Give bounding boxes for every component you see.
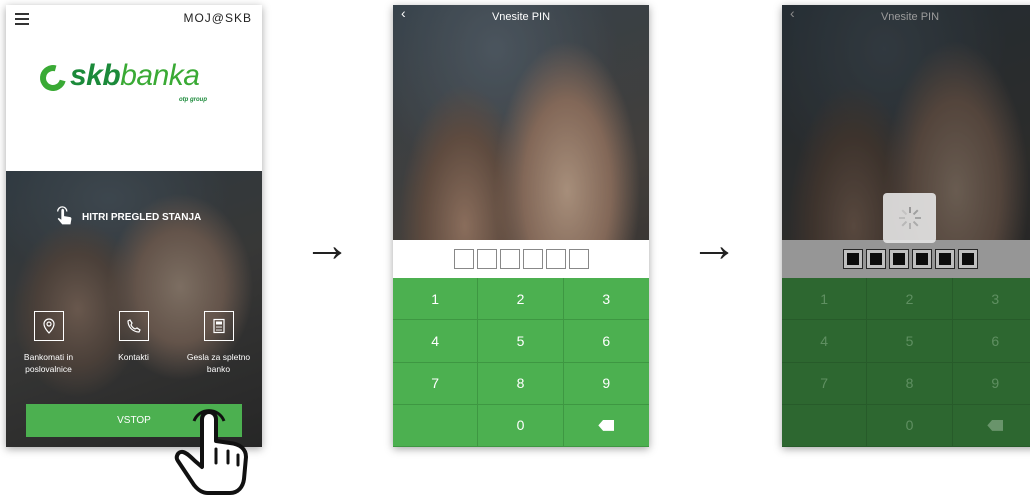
tile-passwords-label: Gesla za spletno banko bbox=[186, 352, 251, 374]
pin-digit-box bbox=[476, 249, 497, 269]
pin-input-row bbox=[393, 240, 649, 278]
arrow-right-icon: → bbox=[690, 219, 738, 272]
key-7[interactable]: 7 bbox=[782, 362, 868, 405]
pin-digit-box bbox=[522, 249, 543, 269]
key-1[interactable]: 1 bbox=[393, 278, 479, 321]
key-8[interactable]: 8 bbox=[867, 362, 953, 405]
key-8[interactable]: 8 bbox=[478, 362, 564, 405]
pin-digit-filled bbox=[842, 249, 863, 269]
key-9[interactable]: 9 bbox=[563, 363, 649, 405]
key-4[interactable]: 4 bbox=[782, 320, 868, 363]
phone-icon bbox=[126, 319, 141, 333]
tile-atms-label: Bankomati in poslovalnice bbox=[23, 352, 74, 374]
key-6[interactable]: 6 bbox=[563, 320, 649, 363]
logo-name: skb bbox=[70, 59, 121, 92]
key-3[interactable]: 3 bbox=[952, 278, 1030, 321]
pin-digit-filled bbox=[957, 249, 978, 269]
pin-digit-box bbox=[545, 249, 566, 269]
token-calculator-icon bbox=[212, 318, 225, 334]
tap-hand-icon bbox=[174, 409, 248, 495]
numeric-keypad: 1 2 3 4 5 6 7 8 9 0 bbox=[393, 278, 649, 447]
pin-title: Vnesite PIN bbox=[491, 11, 551, 23]
touch-hand-icon bbox=[57, 206, 72, 225]
pin-digit-box bbox=[568, 249, 589, 269]
key-5[interactable]: 5 bbox=[478, 320, 564, 363]
tile-online-passwords[interactable]: Gesla za spletno banko bbox=[176, 311, 261, 375]
hamburger-menu-icon[interactable] bbox=[15, 13, 29, 25]
key-5[interactable]: 5 bbox=[867, 320, 953, 363]
arrow-right-icon: → bbox=[303, 219, 351, 272]
back-chevron-icon[interactable]: ‹ bbox=[790, 5, 795, 21]
logo-text: skbbanka bbox=[70, 59, 200, 93]
pin-input-row bbox=[782, 240, 1030, 278]
key-delete[interactable] bbox=[563, 405, 649, 447]
pin-digit-filled bbox=[888, 249, 909, 269]
logo-mark-icon bbox=[35, 60, 71, 96]
home-header-area: MOJ@SKB skbbanka otp group bbox=[6, 5, 262, 171]
key-6[interactable]: 6 bbox=[952, 320, 1030, 363]
key-2[interactable]: 2 bbox=[478, 278, 564, 321]
shortcut-tiles: Bankomati in poslovalnice Kontakti Gesla… bbox=[6, 311, 262, 375]
pin-digit-filled bbox=[934, 249, 955, 269]
loading-spinner bbox=[883, 193, 936, 243]
pin-digit-box bbox=[499, 249, 520, 269]
back-chevron-icon[interactable]: ‹ bbox=[401, 5, 406, 21]
phone-screen-pin-entry: Vnesite PIN ‹ 1 2 3 4 5 6 7 8 9 0 bbox=[393, 5, 649, 447]
key-0[interactable]: 0 bbox=[867, 404, 953, 447]
key-2[interactable]: 2 bbox=[867, 278, 953, 321]
spinner-icon bbox=[898, 207, 921, 229]
key-9[interactable]: 9 bbox=[952, 363, 1030, 405]
phone-screen-home: MOJ@SKB skbbanka otp group HITRI PREGLED… bbox=[6, 5, 262, 447]
phone-screen-pin-loading: Vnesite PIN ‹ 1 2 3 4 5 6 7 8 9 0 bbox=[782, 5, 1030, 447]
quick-balance-button[interactable]: HITRI PREGLED STANJA bbox=[54, 206, 201, 228]
logo-subtitle: otp group bbox=[179, 97, 207, 103]
key-7[interactable]: 7 bbox=[393, 362, 479, 405]
quick-balance-label: HITRI PREGLED STANJA bbox=[82, 211, 202, 223]
brand-header-label: MOJ@SKB bbox=[183, 11, 252, 25]
stage: MOJ@SKB skbbanka otp group HITRI PREGLED… bbox=[0, 0, 1030, 503]
key-empty bbox=[393, 404, 479, 447]
backspace-icon bbox=[598, 419, 615, 431]
location-pin-icon bbox=[42, 318, 55, 334]
pin-digit-filled bbox=[911, 249, 932, 269]
tile-atms-branches[interactable]: Bankomati in poslovalnice bbox=[6, 311, 91, 375]
key-4[interactable]: 4 bbox=[393, 320, 479, 363]
key-delete[interactable] bbox=[952, 405, 1030, 447]
key-empty bbox=[782, 404, 868, 447]
tile-contacts-label: Kontakti bbox=[118, 352, 149, 362]
pin-digit-filled bbox=[865, 249, 886, 269]
key-0[interactable]: 0 bbox=[478, 404, 564, 447]
backspace-icon bbox=[987, 419, 1004, 431]
key-1[interactable]: 1 bbox=[782, 278, 868, 321]
numeric-keypad: 1 2 3 4 5 6 7 8 9 0 bbox=[782, 278, 1030, 447]
pin-title: Vnesite PIN bbox=[880, 11, 940, 23]
pin-digit-box bbox=[453, 249, 474, 269]
key-3[interactable]: 3 bbox=[563, 278, 649, 321]
tile-contacts[interactable]: Kontakti bbox=[91, 311, 176, 375]
skb-banka-logo: skbbanka otp group bbox=[35, 59, 230, 103]
logo-name2: banka bbox=[120, 59, 200, 92]
